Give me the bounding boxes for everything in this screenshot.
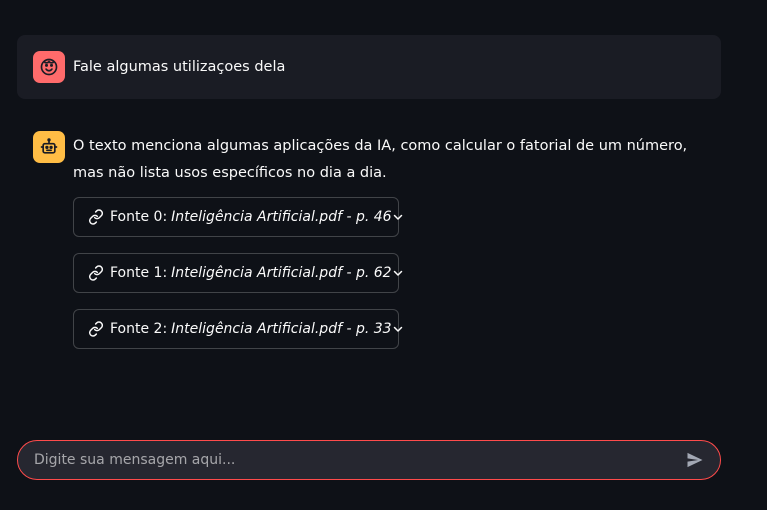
source-list: Fonte 0: Inteligência Artificial.pdf - p… [73, 197, 705, 349]
assistant-chat-message: O texto menciona algumas aplicações da I… [17, 115, 721, 381]
source-expander-1[interactable]: Fonte 1: Inteligência Artificial.pdf - p… [73, 253, 402, 293]
send-icon [687, 452, 703, 468]
link-icon [88, 321, 104, 337]
link-icon [88, 265, 104, 281]
source-expander-2[interactable]: Fonte 2: Inteligência Artificial.pdf - p… [73, 309, 402, 349]
source-label: Fonte 0: [110, 209, 168, 225]
robot-icon [40, 138, 58, 154]
link-icon [88, 209, 104, 225]
source-label: Fonte 1: [110, 265, 168, 281]
send-button[interactable] [684, 449, 706, 471]
source-name: Inteligência Artificial.pdf - p. 62 [171, 265, 392, 281]
user-chat-message: Fale algumas utilizaçoes dela [17, 35, 721, 99]
source-name: Inteligência Artificial.pdf - p. 33 [171, 321, 392, 337]
chat-message-input[interactable] [34, 441, 684, 479]
user-avatar [33, 51, 65, 83]
chat-input-box [17, 440, 721, 480]
source-name: Inteligência Artificial.pdf - p. 46 [171, 209, 392, 225]
source-expander-0[interactable]: Fonte 0: Inteligência Artificial.pdf - p… [73, 197, 402, 237]
chevron-down-icon [392, 323, 404, 335]
chevron-down-icon [392, 267, 404, 279]
smiley-face-icon [40, 58, 58, 76]
assistant-message-text: O texto menciona algumas aplicações da I… [73, 138, 688, 181]
chevron-down-icon [392, 211, 404, 223]
user-message-text: Fale algumas utilizaçoes dela [73, 59, 286, 75]
source-label: Fonte 2: [110, 321, 168, 337]
assistant-avatar [33, 131, 65, 163]
